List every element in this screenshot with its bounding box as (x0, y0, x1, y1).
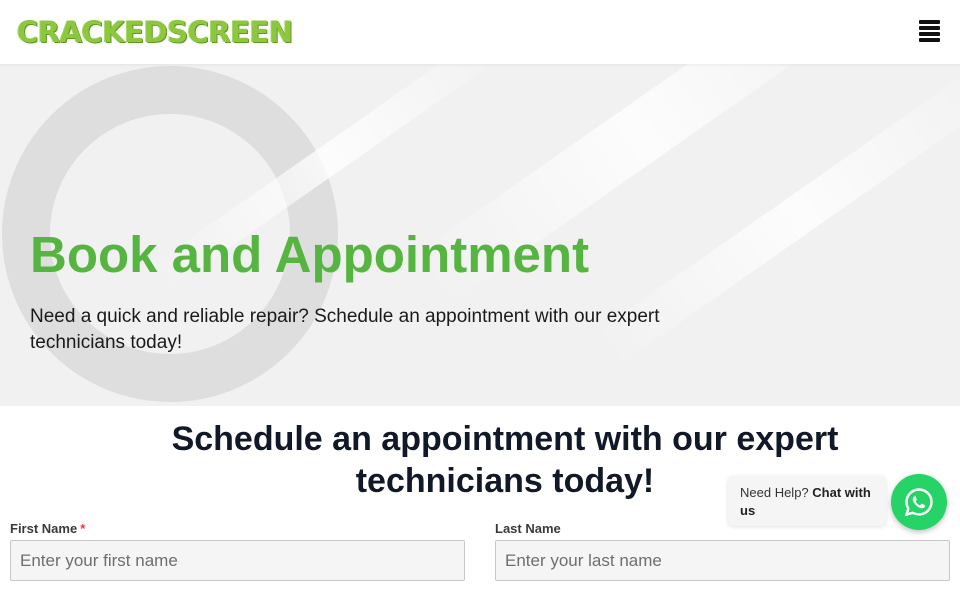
chat-prefix: Need Help? (740, 485, 809, 500)
required-marker: * (80, 521, 86, 536)
hamburger-menu-icon[interactable] (915, 18, 943, 44)
last-name-label: Last Name (495, 521, 561, 536)
site-logo[interactable]: CRACKEDSCREEN (17, 14, 293, 50)
first-name-label-text: First Name (10, 521, 78, 536)
hero-banner: Book and Appointment Need a quick and re… (0, 64, 960, 406)
last-name-input[interactable] (495, 540, 950, 581)
first-name-input[interactable] (10, 540, 465, 581)
chat-help-bubble[interactable]: Need Help? Chat with us (728, 476, 886, 526)
page-title: Book and Appointment (30, 226, 590, 283)
whatsapp-button[interactable] (891, 474, 947, 530)
hero-subtitle: Need a quick and reliable repair? Schedu… (30, 306, 660, 353)
first-name-label: First Name * (10, 521, 85, 536)
whatsapp-icon (904, 488, 933, 517)
site-header: CRACKEDSCREEN (0, 0, 960, 64)
